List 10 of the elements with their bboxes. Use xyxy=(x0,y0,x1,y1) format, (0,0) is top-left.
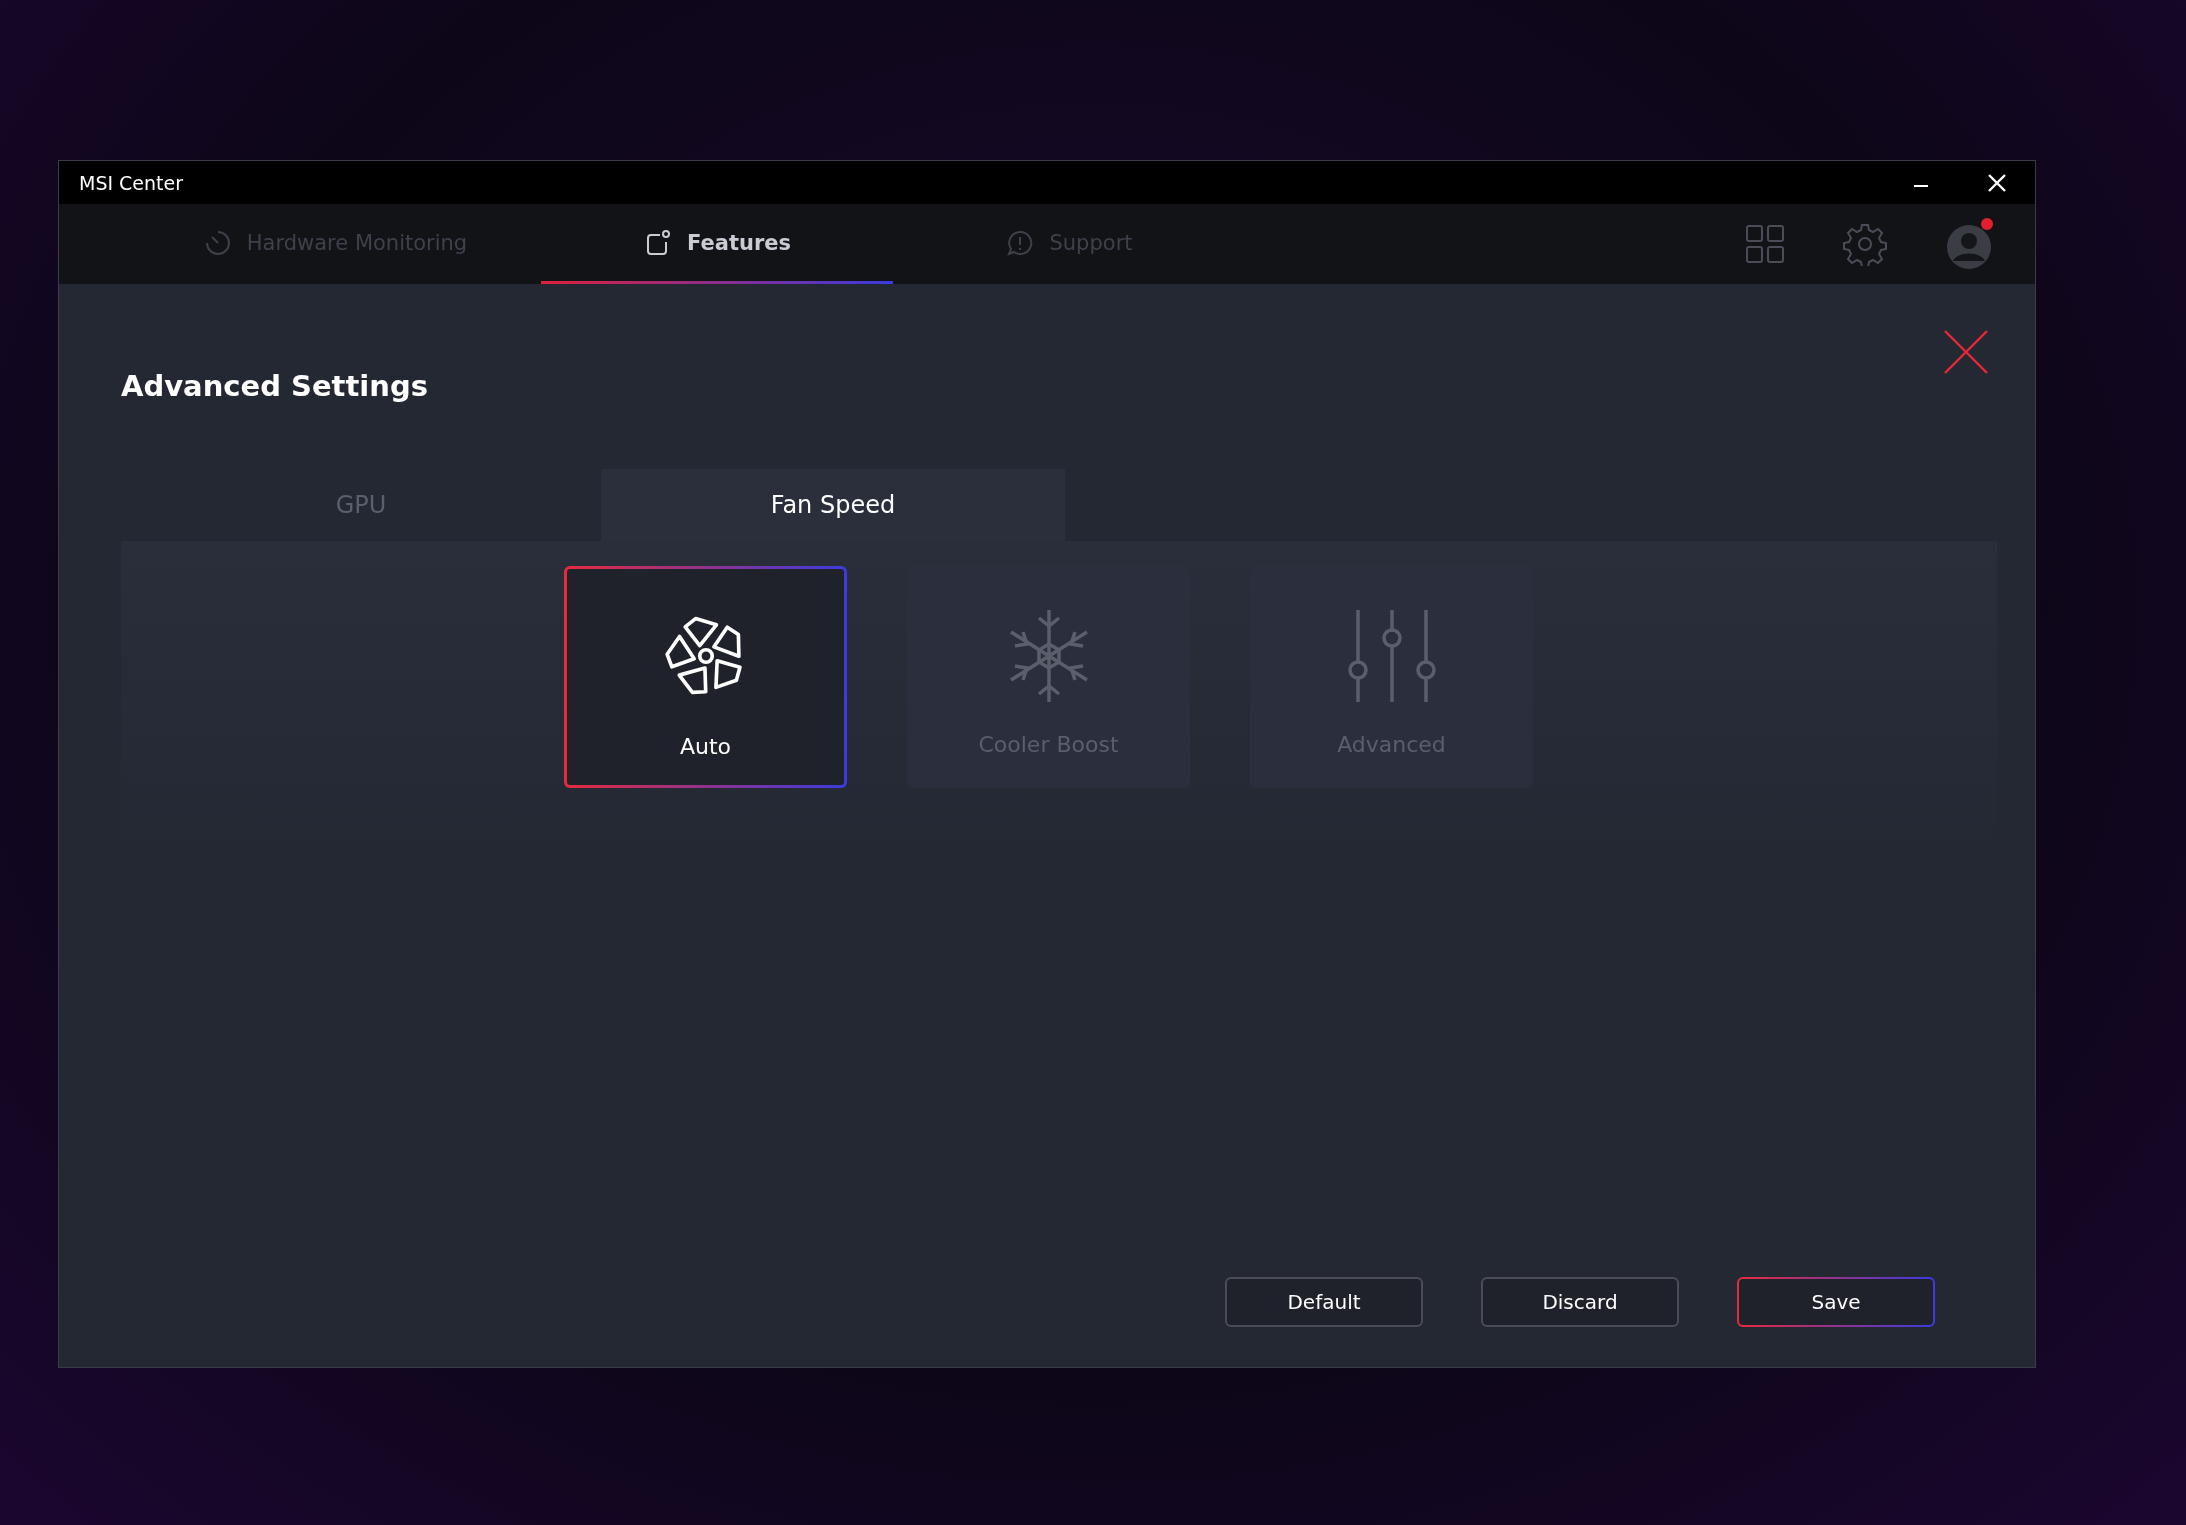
fan-mode-card[interactable]: Auto xyxy=(564,566,847,788)
action-button[interactable]: Default xyxy=(1225,1277,1423,1327)
page-title: Advanced Settings xyxy=(121,369,428,403)
settings-icon[interactable] xyxy=(1843,222,1887,266)
nav-tab[interactable]: Features xyxy=(541,204,893,284)
window-title: MSI Center xyxy=(79,171,184,194)
action-button[interactable]: Discard xyxy=(1481,1277,1679,1327)
grid-icon[interactable] xyxy=(1745,224,1785,264)
action-button[interactable]: Save xyxy=(1737,1277,1935,1327)
settings-tab[interactable]: Fan Speed xyxy=(601,469,1065,541)
